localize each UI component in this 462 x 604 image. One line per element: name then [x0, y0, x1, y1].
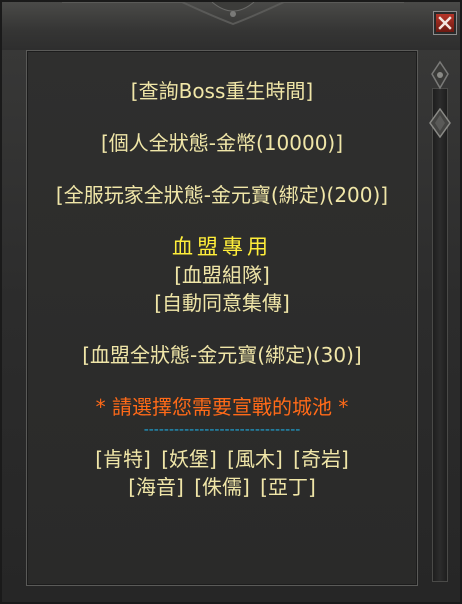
scrollbar-track[interactable] — [432, 88, 448, 582]
castle-link-dwarf[interactable]: [侏儒] — [194, 475, 250, 499]
dialog-content-panel: [查詢Boss重生時間] [個人全狀態-金幣(10000)] [全服玩家全狀態-… — [26, 50, 418, 586]
section-divider: ------------------------------- — [143, 422, 301, 438]
castle-war-prompt: * 請選擇您需要宣戰的城池 * — [95, 395, 349, 419]
castle-link-giran[interactable]: [奇岩] — [293, 447, 349, 471]
scrollbar-cap-ornament — [431, 60, 449, 90]
castle-link-heine[interactable]: [海音] — [128, 475, 184, 499]
castle-row-2: [海音] [侏儒] [亞丁] — [37, 473, 407, 501]
close-icon — [438, 16, 452, 30]
castle-link-windawood[interactable]: [風木] — [227, 447, 283, 471]
menu-text: [查詢Boss重生時間] [個人全狀態-金幣(10000)] [全服玩家全狀態-… — [37, 77, 407, 501]
clan-section-heading: 血盟專用 — [172, 235, 272, 259]
link-server-buff-ingot[interactable]: [全服玩家全狀態-金元寶(綁定)(200)] — [56, 183, 388, 207]
window-title-bar — [2, 2, 460, 50]
frame-ornament — [62, 2, 404, 26]
castle-link-orc-fort[interactable]: [妖堡] — [161, 447, 217, 471]
link-personal-buff-gold[interactable]: [個人全狀態-金幣(10000)] — [101, 131, 343, 155]
link-query-boss-respawn[interactable]: [查詢Boss重生時間] — [131, 79, 313, 103]
castle-row-1: [肯特] [妖堡] [風木] [奇岩] — [37, 445, 407, 473]
link-auto-accept-teleport[interactable]: [自動同意集傳] — [154, 291, 290, 315]
link-clan-team[interactable]: [血盟組隊] — [174, 263, 270, 287]
link-clan-buff-ingot[interactable]: [血盟全狀態-金元寶(綁定)(30)] — [82, 343, 361, 367]
scrollbar-thumb[interactable] — [428, 108, 452, 138]
close-button[interactable] — [433, 11, 457, 35]
dialog-window: [查詢Boss重生時間] [個人全狀態-金幣(10000)] [全服玩家全狀態-… — [0, 0, 462, 604]
castle-link-aden[interactable]: [亞丁] — [260, 475, 316, 499]
castle-link-kent[interactable]: [肯特] — [95, 447, 151, 471]
